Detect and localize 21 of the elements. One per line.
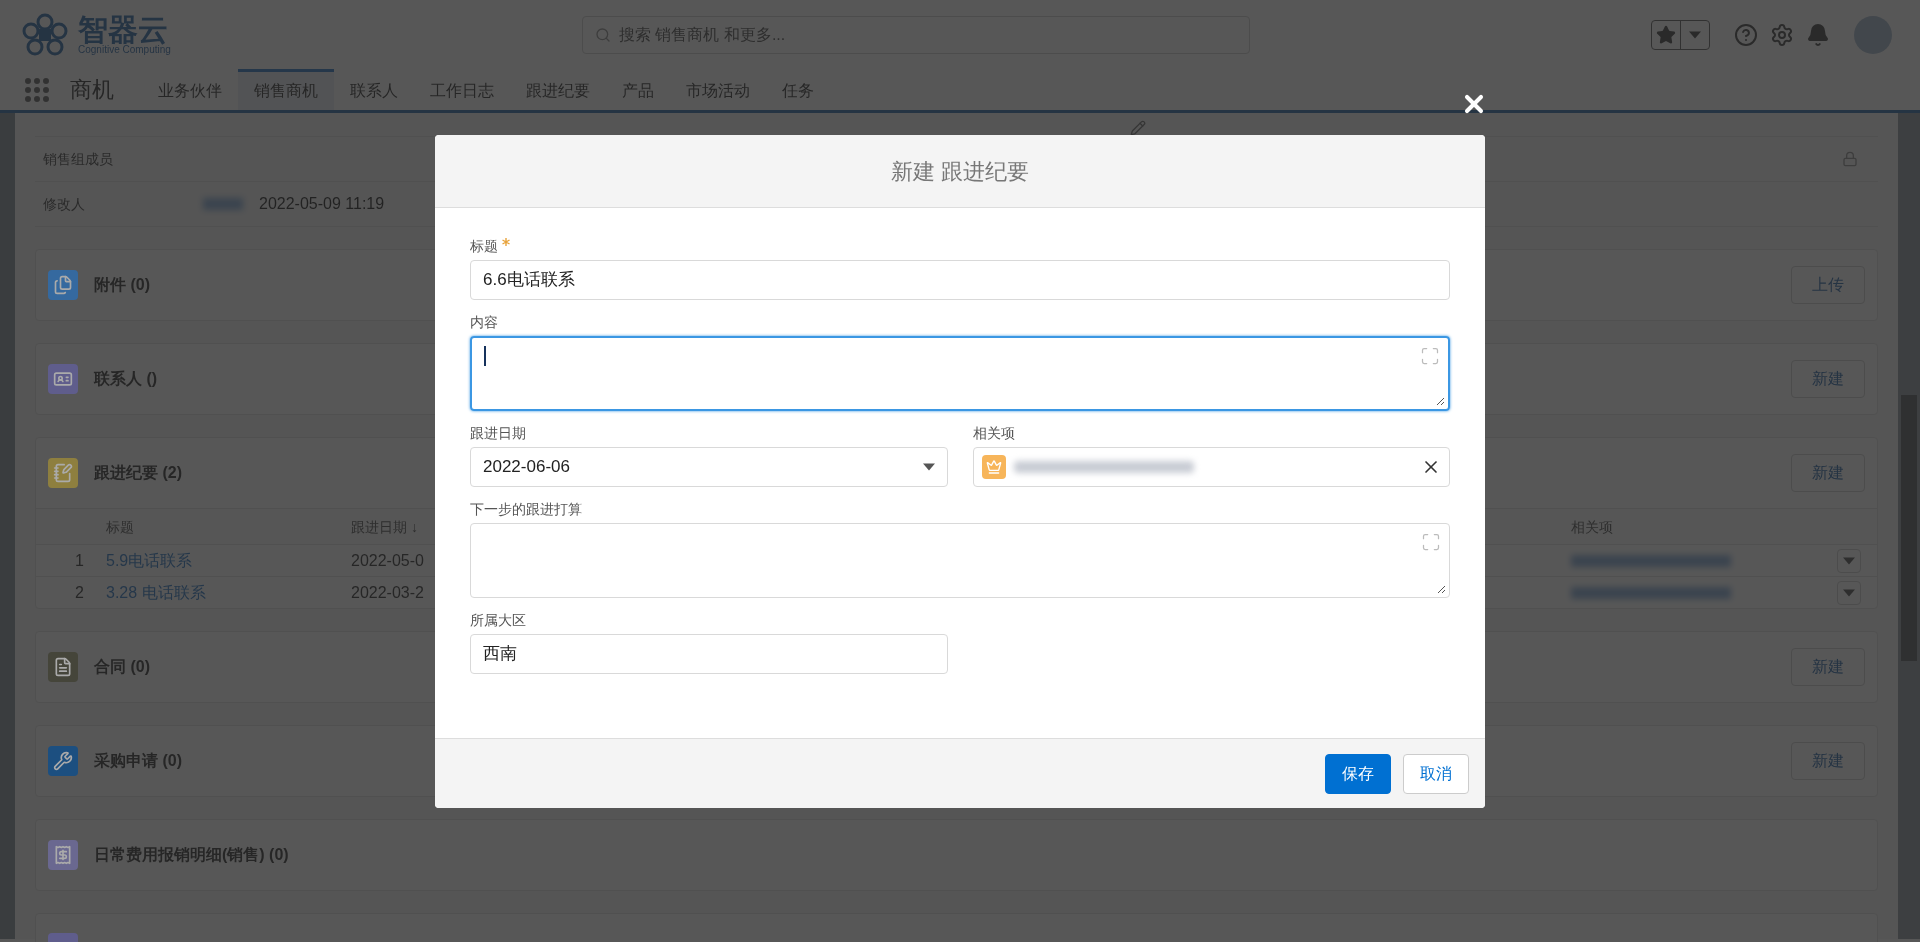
dialog-button[interactable]: 保存 (1325, 753, 1391, 794)
date-select[interactable]: 2022-06-06 (470, 447, 948, 487)
lookup-field[interactable] (972, 447, 1450, 487)
field-label: 跟进日期 (470, 424, 526, 443)
caret-icon (922, 463, 935, 471)
modal-title: 新建 跟进纪要 (890, 157, 1030, 186)
crown-icon (981, 455, 1006, 479)
field-label: 下一步的跟进打算 (470, 500, 582, 519)
expand-icon[interactable] (1421, 532, 1441, 552)
field-label: 相关项 (972, 424, 1015, 443)
text-cursor (484, 346, 486, 366)
field-label: 内容 (470, 313, 498, 332)
resize-handle-icon[interactable] (1437, 585, 1445, 593)
text-input[interactable]: 6.6电话联系 (470, 260, 1450, 300)
dialog-button[interactable]: 取消 (1403, 753, 1469, 794)
text-input[interactable]: 西南 (470, 634, 948, 674)
resize-handle-icon[interactable] (1436, 397, 1444, 405)
field-label: 所属大区 (470, 611, 526, 630)
field-label: 标题 (470, 237, 498, 256)
textarea-field[interactable] (470, 336, 1450, 411)
expand-icon[interactable] (1420, 346, 1440, 366)
